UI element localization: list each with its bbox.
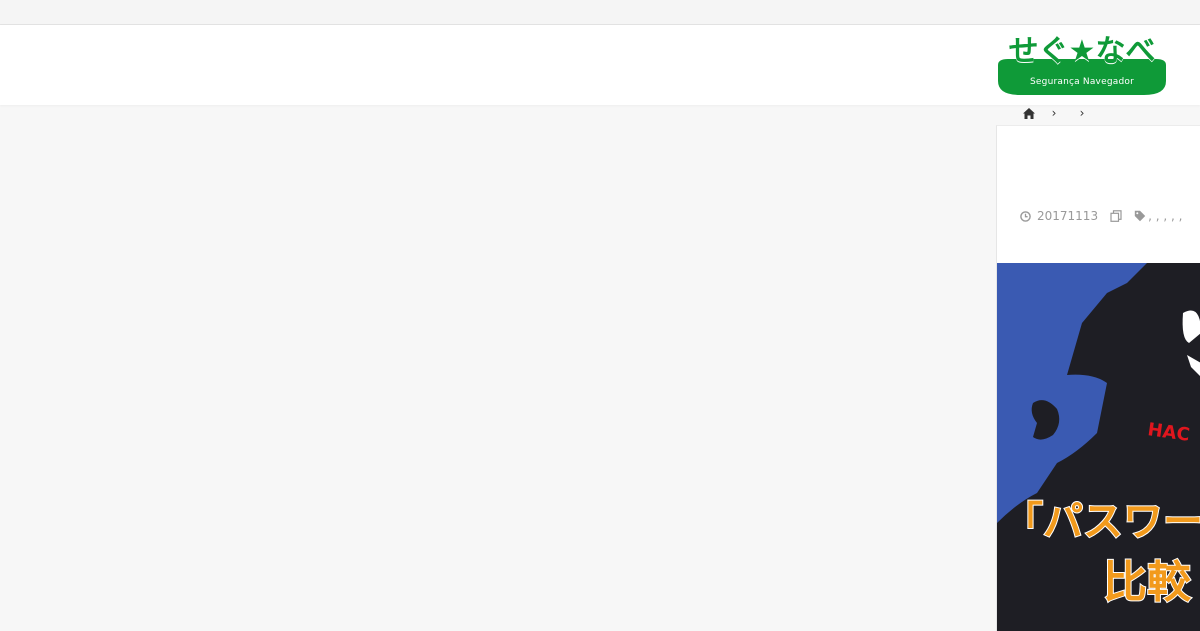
breadcrumb-separator: ›: [1051, 106, 1057, 120]
site-header: せぐ★なべ Segurança Navegador: [0, 25, 1200, 105]
breadcrumb-home[interactable]: [1018, 104, 1040, 122]
post-tags[interactable]: , , , , ,: [1148, 209, 1182, 223]
site-logo[interactable]: せぐ★なべ Segurança Navegador: [994, 35, 1170, 97]
article-card: 20171113 , , , , , HAC 「パスワード 比較: [996, 125, 1200, 631]
copy-icon[interactable]: [1110, 210, 1122, 222]
post-meta: 20171113 , , , , ,: [1019, 208, 1182, 224]
top-bar: [0, 0, 1200, 25]
post-date: 20171113: [1037, 209, 1099, 223]
eyecatch-illustration: HAC 「パスワード 比較: [997, 263, 1200, 631]
eyecatch-headline-line2: 比較: [1103, 557, 1192, 608]
logo-wordmark: せぐ★なべ: [1008, 34, 1156, 69]
eyecatch-headline-line1: 「パスワード: [1003, 499, 1200, 545]
breadcrumb: › ›: [1018, 104, 1096, 122]
home-icon: [1023, 107, 1035, 119]
tag-icon: [1134, 210, 1146, 222]
breadcrumb-separator: ›: [1079, 106, 1085, 120]
logo-tagline: Segurança Navegador: [1030, 77, 1134, 87]
clock-icon: [1019, 210, 1031, 222]
eyecatch-image[interactable]: HAC 「パスワード 比較: [997, 263, 1200, 631]
